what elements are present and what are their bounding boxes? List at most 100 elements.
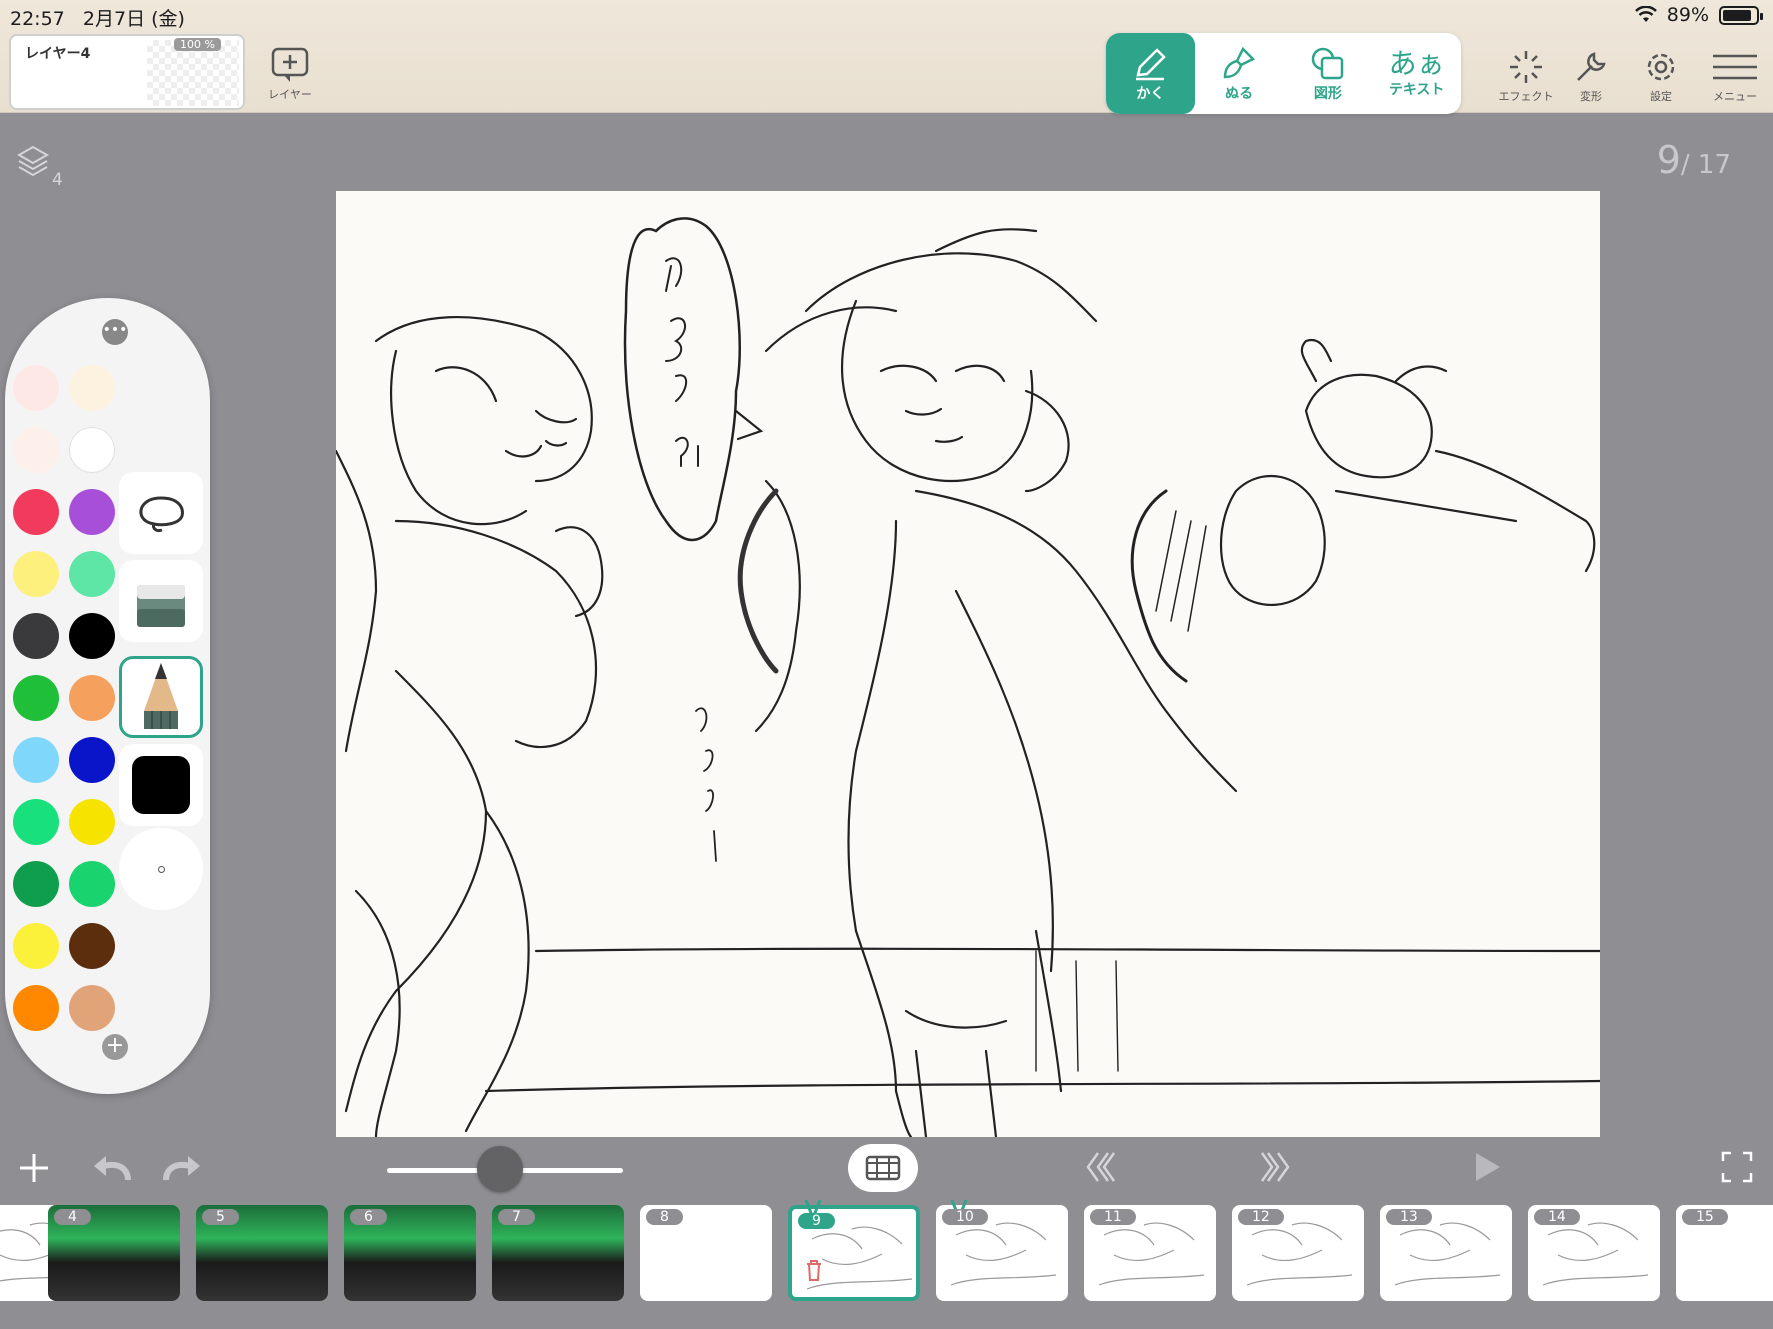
color-swatch[interactable] xyxy=(13,365,59,411)
color-swatch[interactable] xyxy=(69,613,115,659)
layers-icon xyxy=(16,145,50,177)
prev-frame-button[interactable] xyxy=(1084,1150,1118,1188)
top-toolbar: 22:57 2月7日 (金) 89% レイヤー4 100 % レイヤー かく ぬ… xyxy=(0,0,1773,114)
current-color-tile[interactable] xyxy=(119,744,203,826)
effect-label: エフェクト xyxy=(1498,90,1554,103)
frame-number: 11 xyxy=(1090,1209,1136,1225)
menu-button[interactable]: メニュー xyxy=(1706,48,1764,104)
timeline-frame[interactable]: 8 xyxy=(640,1205,772,1301)
status-date: 2月7日 (金) xyxy=(82,8,185,30)
trash-icon[interactable] xyxy=(804,1258,824,1282)
color-swatch[interactable] xyxy=(69,985,115,1031)
pencil-icon xyxy=(144,663,178,729)
eraser-tool[interactable] xyxy=(119,560,203,642)
lasso-icon xyxy=(139,496,184,532)
color-swatch[interactable] xyxy=(13,985,59,1031)
layers-panel-button[interactable] xyxy=(16,144,50,184)
tool-draw[interactable]: かく xyxy=(1106,33,1195,114)
undo-button[interactable] xyxy=(90,1150,132,1190)
timeline-frame[interactable]: 12 xyxy=(1232,1205,1364,1301)
color-swatch[interactable] xyxy=(69,365,115,411)
fullscreen-icon xyxy=(1721,1151,1753,1183)
color-swatch[interactable] xyxy=(69,799,115,845)
effect-button[interactable]: エフェクト xyxy=(1496,48,1556,104)
color-swatch[interactable] xyxy=(69,489,115,535)
color-swatch[interactable] xyxy=(13,551,59,597)
next-frame-button[interactable] xyxy=(1258,1150,1292,1188)
frame-number: 4 xyxy=(54,1209,91,1225)
color-swatch[interactable] xyxy=(13,799,59,845)
sparkle-icon xyxy=(1510,51,1542,83)
transform-button[interactable]: 変形 xyxy=(1566,48,1616,104)
palette-more-button[interactable]: ••• xyxy=(102,319,128,345)
eraser-icon xyxy=(137,585,185,627)
tool-draw-label: かく xyxy=(1136,85,1165,102)
timeline-frame[interactable]: 13 xyxy=(1380,1205,1512,1301)
brush-size-tile[interactable] xyxy=(119,828,203,910)
add-layer-button[interactable]: レイヤー xyxy=(264,46,316,102)
timeline-frame[interactable]: 15 xyxy=(1676,1205,1773,1301)
next-frames-icon xyxy=(1260,1152,1290,1182)
prev-frames-icon xyxy=(1086,1152,1116,1182)
timeline-frame[interactable]: 7 xyxy=(492,1205,624,1301)
pencil-tool[interactable] xyxy=(119,656,203,738)
color-swatch[interactable] xyxy=(69,675,115,721)
add-color-button[interactable]: + xyxy=(102,1034,128,1060)
tool-fill[interactable]: ぬる xyxy=(1195,33,1284,114)
color-swatch[interactable] xyxy=(13,861,59,907)
current-layer-card[interactable]: レイヤー4 100 % xyxy=(9,34,245,110)
tool-text[interactable]: あぁ テキスト xyxy=(1372,33,1461,114)
settings-button[interactable]: 設定 xyxy=(1636,48,1686,104)
redo-button[interactable] xyxy=(162,1150,204,1190)
timeline-frame[interactable]: 10 xyxy=(936,1205,1068,1301)
color-swatch[interactable] xyxy=(69,923,115,969)
frame-number: 10 xyxy=(942,1209,988,1225)
timeline-frame[interactable]: 5 xyxy=(196,1205,328,1301)
color-swatch[interactable] xyxy=(69,737,115,783)
undo-icon xyxy=(94,1156,131,1181)
color-swatch[interactable] xyxy=(69,427,115,473)
sketch-drawing xyxy=(336,217,1600,1137)
pen-icon xyxy=(1136,47,1167,80)
onion-slider-thumb[interactable] xyxy=(477,1146,523,1192)
timeline-frame[interactable]: 11 xyxy=(1084,1205,1216,1301)
timeline-frame[interactable]: 9 xyxy=(788,1205,920,1301)
color-swatch[interactable] xyxy=(13,737,59,783)
timeline-frame[interactable]: 4 xyxy=(48,1205,180,1301)
gear-icon xyxy=(1647,53,1675,81)
play-button[interactable] xyxy=(1470,1150,1504,1188)
timeline-frame[interactable]: 14 xyxy=(1528,1205,1660,1301)
color-swatch[interactable] xyxy=(13,675,59,721)
text-glyph-icon: あぁ xyxy=(1388,46,1445,80)
battery-percent: 89% xyxy=(1666,4,1709,26)
page-total: / 17 xyxy=(1680,150,1731,180)
color-swatch[interactable] xyxy=(69,861,115,907)
hamburger-icon xyxy=(1713,54,1757,80)
color-swatch[interactable] xyxy=(13,427,59,473)
timeline-frame[interactable]: 6 xyxy=(344,1205,476,1301)
color-swatch[interactable] xyxy=(13,923,59,969)
color-swatch[interactable] xyxy=(69,551,115,597)
color-swatch[interactable] xyxy=(13,489,59,535)
redo-icon xyxy=(163,1156,200,1181)
settings-label: 設定 xyxy=(1650,90,1672,103)
lasso-tool[interactable] xyxy=(119,472,203,554)
frame-number: 13 xyxy=(1386,1209,1432,1225)
wrench-icon xyxy=(1577,52,1606,81)
filmstrip-button[interactable] xyxy=(848,1144,918,1192)
drawing-canvas[interactable] xyxy=(336,191,1600,1137)
menu-label: メニュー xyxy=(1713,90,1757,103)
status-time-date: 22:57 2月7日 (金) xyxy=(10,4,185,31)
page-current: 9 xyxy=(1656,138,1681,182)
frame-number: 9 xyxy=(798,1213,835,1229)
add-layer-label: レイヤー xyxy=(268,88,312,101)
page-indicator: 9/ 17 xyxy=(1657,138,1731,182)
tool-shape[interactable]: 図形 xyxy=(1284,33,1373,114)
color-swatch[interactable] xyxy=(13,613,59,659)
tool-text-label: テキスト xyxy=(1388,81,1445,98)
tool-selector: かく ぬる 図形 あぁ テキスト xyxy=(1106,33,1461,114)
add-frame-button[interactable] xyxy=(16,1150,52,1190)
fullscreen-button[interactable] xyxy=(1720,1150,1754,1188)
layer-opacity: 100 % xyxy=(174,38,221,51)
frame-number: 8 xyxy=(646,1209,683,1225)
